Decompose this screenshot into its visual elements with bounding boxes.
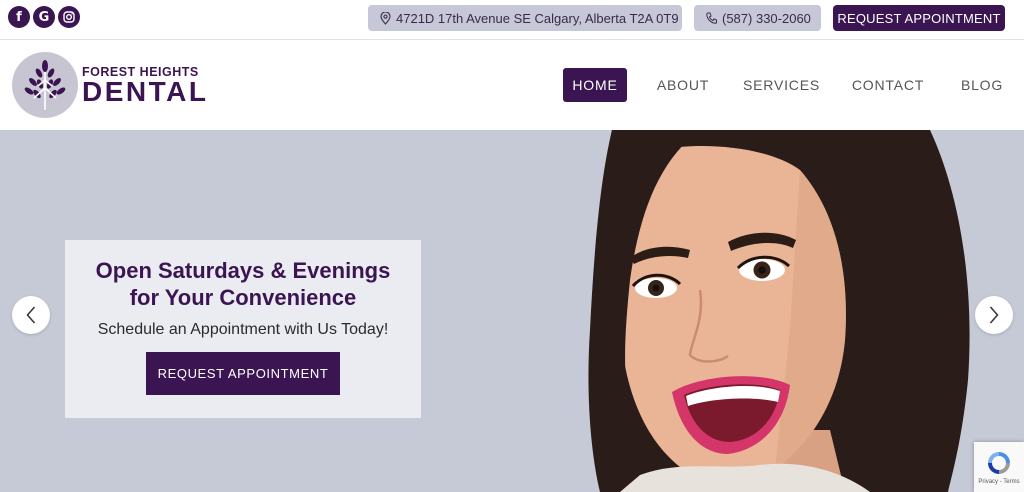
phone-text: (587) 330-2060	[722, 10, 811, 26]
logo-text: FOREST HEIGHTS DENTAL	[82, 65, 209, 107]
phone-icon	[706, 12, 717, 24]
logo-line-2: DENTAL	[82, 75, 209, 107]
address-link[interactable]: 4721D 17th Avenue SE Calgary, Alberta T2…	[368, 5, 682, 31]
instagram-icon[interactable]	[58, 6, 80, 28]
facebook-glyph: f	[16, 9, 22, 25]
phone-link[interactable]: (587) 330-2060	[694, 5, 821, 31]
chevron-right-icon	[989, 306, 999, 324]
request-appointment-top-button[interactable]: REQUEST APPOINTMENT	[833, 5, 1005, 31]
nav-home[interactable]: HOME	[563, 68, 627, 102]
address-text: 4721D 17th Avenue SE Calgary, Alberta T2…	[396, 10, 679, 26]
tree-leaves-icon	[12, 52, 78, 118]
request-appointment-hero-button[interactable]: REQUEST APPOINTMENT	[146, 352, 340, 395]
promo-title: Open Saturdays & Evenings for Your Conve…	[65, 257, 421, 311]
top-bar: f G 4721D 17th Avenue SE Calgary, Albert…	[0, 0, 1024, 40]
nav-blog[interactable]: BLOG	[956, 68, 1008, 102]
recaptcha-icon	[988, 452, 1010, 474]
google-glyph: G	[38, 9, 50, 25]
hero-slider: Open Saturdays & Evenings for Your Conve…	[0, 130, 1024, 492]
recaptcha-badge[interactable]: Privacy - Terms	[974, 442, 1024, 492]
facebook-icon[interactable]: f	[8, 6, 30, 28]
promo-title-line-2: for Your Convenience	[129, 285, 357, 310]
map-pin-icon	[380, 11, 391, 25]
promo-title-line-1: Open Saturdays & Evenings	[95, 258, 391, 283]
chevron-left-icon	[26, 306, 36, 324]
google-icon[interactable]: G	[33, 6, 55, 28]
site-header: FOREST HEIGHTS DENTAL HOME ABOUT SERVICE…	[0, 40, 1024, 130]
nav-services[interactable]: SERVICES	[743, 68, 819, 102]
slider-next-button[interactable]	[975, 296, 1013, 334]
slider-prev-button[interactable]	[12, 296, 50, 334]
instagram-glyph	[63, 11, 75, 23]
nav-about[interactable]: ABOUT	[653, 68, 713, 102]
nav-contact[interactable]: CONTACT	[850, 68, 926, 102]
promo-box: Open Saturdays & Evenings for Your Conve…	[65, 240, 421, 418]
logo[interactable]: FOREST HEIGHTS DENTAL	[12, 51, 212, 119]
recaptcha-links[interactable]: Privacy - Terms	[978, 479, 1019, 485]
promo-subtitle: Schedule an Appointment with Us Today!	[97, 321, 389, 338]
